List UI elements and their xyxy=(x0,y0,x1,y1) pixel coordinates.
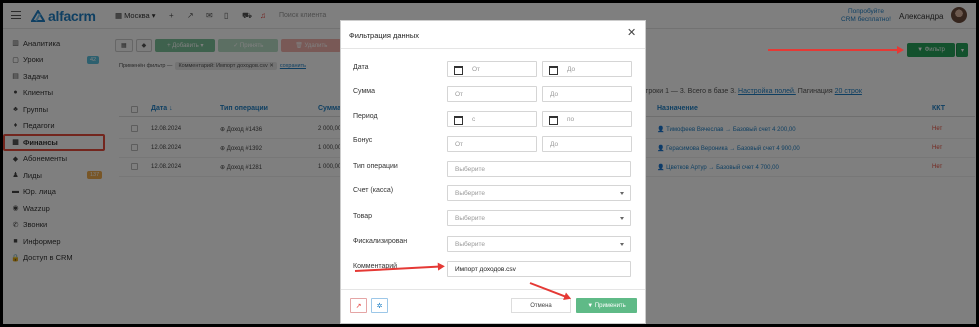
sum-to-input[interactable]: До xyxy=(542,86,632,102)
account-select[interactable]: Выберите xyxy=(447,185,631,201)
period-to-input[interactable]: по xyxy=(542,111,632,127)
date-from-input[interactable]: От xyxy=(447,61,537,77)
pin-icon: ↗ xyxy=(355,302,362,310)
date-label: Дата xyxy=(353,64,369,71)
sum-from-input[interactable]: От xyxy=(447,86,537,102)
product-select[interactable]: Выберите xyxy=(447,210,631,226)
comment-input[interactable]: Импорт доходов.csv xyxy=(447,261,631,277)
period-label: Период xyxy=(353,113,378,120)
fiscal-label: Фискализирован xyxy=(353,238,408,245)
settings-button[interactable]: ✲ xyxy=(371,298,388,313)
reset-filter-button[interactable]: ↗ xyxy=(350,298,367,313)
date-to-input[interactable]: До xyxy=(542,61,632,77)
divider xyxy=(341,289,645,290)
period-from-input[interactable]: с xyxy=(447,111,537,127)
app-window: alfacrm ▦ Москва ▾ + ↗ ✉ ▯ ⛟ ♫ Поиск кли… xyxy=(3,3,976,324)
bonus-from-input[interactable]: От xyxy=(447,136,537,152)
apply-filter-button[interactable]: ▼ Применить xyxy=(576,298,637,313)
filter-modal: Фильтрация данных ✕ Дата От До Сумма От … xyxy=(340,20,646,324)
modal-title: Фильтрация данных xyxy=(349,31,419,40)
close-icon[interactable]: ✕ xyxy=(627,26,636,39)
bonus-to-input[interactable]: До xyxy=(542,136,632,152)
account-label: Счет (касса) xyxy=(353,187,394,194)
cancel-button[interactable]: Отмена xyxy=(511,298,571,313)
divider xyxy=(341,48,645,49)
fiscal-select[interactable]: Выберите xyxy=(447,236,631,252)
operation-type-select[interactable]: Выберите xyxy=(447,161,631,177)
product-label: Товар xyxy=(353,213,373,220)
annotation-arrow xyxy=(768,46,904,54)
sum-label: Сумма xyxy=(353,88,375,95)
bonus-label: Бонус xyxy=(353,137,373,144)
operation-type-label: Тип операции xyxy=(353,163,398,170)
gear-icon: ✲ xyxy=(376,302,383,310)
